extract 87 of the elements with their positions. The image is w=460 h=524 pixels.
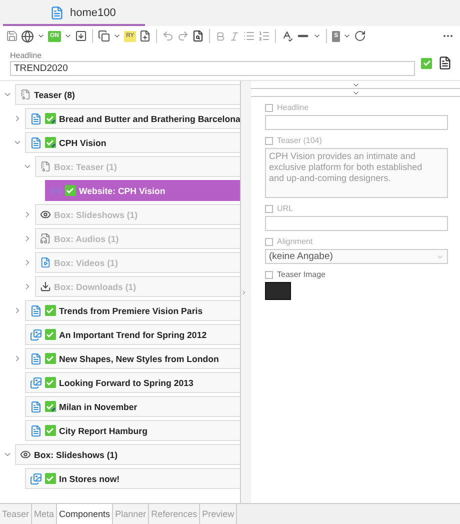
spellcheck-icon[interactable] xyxy=(281,30,294,42)
field-label: URL xyxy=(277,204,294,213)
refresh-icon[interactable] xyxy=(354,30,366,42)
field-label: Teaser (104) xyxy=(277,136,322,145)
collapse-chevron-icon[interactable] xyxy=(23,162,32,171)
document-icon xyxy=(50,6,64,20)
tree-item[interactable]: City Report Hamburg xyxy=(25,420,240,441)
download-icon xyxy=(40,281,51,292)
approved-check-icon xyxy=(45,473,56,484)
document-icon xyxy=(30,424,42,436)
document-icon[interactable] xyxy=(438,56,452,70)
download-box-icon[interactable] xyxy=(75,30,87,42)
image-thumbnail-placeholder xyxy=(265,282,291,300)
field-label: Teaser Image xyxy=(277,270,326,279)
document-icon xyxy=(30,112,42,124)
input-field[interactable] xyxy=(265,216,448,231)
video-file-icon xyxy=(40,257,51,268)
approved-check-icon xyxy=(45,113,56,124)
expand-chevron-icon[interactable] xyxy=(23,282,32,291)
checkbox[interactable] xyxy=(265,238,273,246)
tree-item[interactable]: Looking Forward to Spring 2013 xyxy=(25,372,240,393)
save-icon[interactable] xyxy=(6,30,18,42)
caret-icon[interactable] xyxy=(37,32,45,40)
expand-chevron-icon[interactable] xyxy=(23,210,32,219)
tree-item[interactable]: New Shapes, New Styles from London xyxy=(25,348,240,369)
checkbox[interactable] xyxy=(265,104,273,112)
approved-check-icon xyxy=(45,377,56,388)
pictures-icon xyxy=(30,328,42,340)
document-icon xyxy=(30,400,42,412)
italic-icon[interactable] xyxy=(229,30,240,42)
document-icon xyxy=(30,136,42,148)
approved-check-icon xyxy=(45,353,56,364)
document-icon xyxy=(30,352,42,364)
approved-check-icon xyxy=(45,401,56,412)
pictures-icon xyxy=(30,472,42,484)
checkbox[interactable] xyxy=(265,204,273,212)
approved-check-icon xyxy=(45,329,56,340)
headline-input-field[interactable]: TREND2020 xyxy=(10,60,415,76)
expand-chevron-icon[interactable] xyxy=(13,354,22,363)
collapse-chevron-icon[interactable] xyxy=(3,90,12,99)
tree-item[interactable]: Bread and Butter and Brathering Barcelona xyxy=(25,108,240,129)
approved-check-icon xyxy=(65,185,76,196)
bold-icon[interactable] xyxy=(215,30,226,42)
eye-icon xyxy=(40,209,51,220)
expand-panel-icon[interactable] xyxy=(241,288,247,296)
caret-icon[interactable] xyxy=(343,32,352,40)
field-label: Alignment xyxy=(277,237,313,246)
tree-item[interactable]: An Important Trend for Spring 2012 xyxy=(25,324,240,345)
caret-icon[interactable] xyxy=(313,32,322,40)
add-document-icon[interactable] xyxy=(139,30,152,42)
tree-item[interactable]: Trends from Premiere Vision Paris xyxy=(25,300,240,321)
field-label: Headline xyxy=(277,103,309,112)
expand-chevron-icon[interactable] xyxy=(13,306,22,315)
tree-item[interactable]: CPH Vision xyxy=(25,132,240,153)
approved-check-icon xyxy=(45,137,56,148)
eye-icon xyxy=(20,449,31,460)
document-icon xyxy=(20,89,31,100)
approved-check-icon xyxy=(45,425,56,436)
collapse-chevron-icon[interactable] xyxy=(13,138,22,147)
tree-item[interactable]: Milan in November xyxy=(25,396,240,417)
collapse-chevron-icon[interactable] xyxy=(3,450,12,459)
tree-item[interactable]: Website: CPH Vision xyxy=(45,180,240,201)
expand-chevron-icon[interactable] xyxy=(23,234,32,243)
approved-check-icon xyxy=(45,305,56,316)
input-field[interactable] xyxy=(265,115,448,130)
expand-chevron-icon[interactable] xyxy=(23,258,32,267)
document-icon xyxy=(40,161,51,172)
caret-icon[interactable] xyxy=(113,32,121,40)
headline-label: Headline xyxy=(10,50,43,60)
preview-search-icon[interactable] xyxy=(192,30,204,42)
tree-item[interactable]: Teaser (8) xyxy=(15,84,240,105)
pictures-icon xyxy=(30,376,42,388)
numbered-list-icon[interactable] xyxy=(258,30,270,42)
audio-file-icon xyxy=(40,233,51,244)
copy-icon[interactable] xyxy=(98,30,110,42)
undo-icon[interactable] xyxy=(162,30,174,42)
caret-icon[interactable] xyxy=(64,32,72,40)
approved-check-icon xyxy=(421,58,432,68)
tree-item[interactable]: Box: Slideshows (1) xyxy=(15,444,240,465)
tree-item[interactable]: In Stores now! xyxy=(25,468,240,489)
checkbox[interactable] xyxy=(265,270,273,278)
expand-chevron-icon[interactable] xyxy=(13,114,22,123)
checkbox[interactable] xyxy=(265,136,273,144)
document-icon xyxy=(30,304,42,316)
globe-icon[interactable] xyxy=(21,30,34,42)
alignment-select[interactable]: (keine Angabe) xyxy=(265,249,448,264)
panel-tab[interactable]: Components xyxy=(57,504,114,524)
